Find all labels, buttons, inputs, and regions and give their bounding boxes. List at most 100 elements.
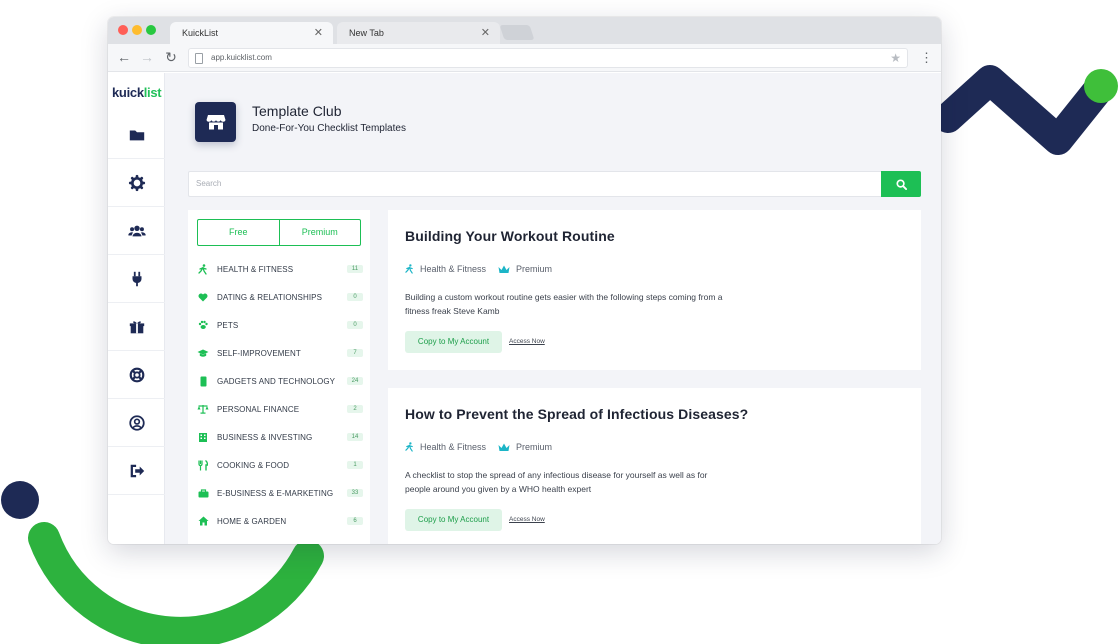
green-dot-right: [1084, 69, 1118, 103]
category-label: SELF-IMPROVEMENT: [217, 348, 301, 358]
copy-to-account-button[interactable]: Copy to My Account: [405, 331, 502, 353]
sidebar-item-support[interactable]: [108, 351, 165, 399]
green-arc-shape: [28, 522, 324, 644]
running-icon: [198, 263, 207, 275]
tab-label: New Tab: [349, 28, 384, 38]
forward-arrow-icon[interactable]: →: [139, 49, 155, 65]
sidebar-item-folders[interactable]: [108, 111, 165, 159]
browser-tab-kuicklist[interactable]: KuickList ✕: [170, 22, 333, 44]
access-now-link[interactable]: Access Now: [509, 338, 545, 345]
reload-icon[interactable]: ↻: [163, 49, 179, 65]
template-card: Building Your Workout Routine Health & F…: [388, 210, 921, 370]
template-meta: Health & Fitness Premium: [405, 264, 552, 274]
graduation-cap-icon: [197, 349, 209, 357]
address-bar[interactable]: app.kuicklist.com ★: [188, 48, 908, 68]
category-item[interactable]: BUSINESS & INVESTING 14: [197, 427, 363, 447]
logout-icon: [130, 464, 144, 477]
heart-icon: [198, 293, 208, 301]
search-button[interactable]: [881, 171, 921, 197]
store-icon: [206, 115, 225, 130]
category-item[interactable]: SELF-IMPROVEMENT 7: [197, 343, 363, 363]
template-title[interactable]: Building Your Workout Routine: [405, 228, 615, 244]
utensils-icon: [198, 459, 208, 470]
bookmark-star-icon[interactable]: ★: [890, 49, 901, 67]
template-card: How to Prevent the Spread of Infectious …: [388, 388, 921, 544]
copy-to-account-button[interactable]: Copy to My Account: [405, 509, 502, 531]
navy-zigzag-shape: [933, 65, 1113, 155]
folder-icon: [129, 130, 144, 140]
plug-icon: [132, 271, 141, 286]
mobile-icon: [200, 376, 206, 386]
category-label: GADGETS AND TECHNOLOGY: [217, 376, 336, 386]
category-count: 2: [347, 405, 363, 413]
category-item[interactable]: GADGETS AND TECHNOLOGY 24: [197, 371, 363, 391]
logo-text-accent: list: [143, 85, 162, 100]
browser-window: KuickList ✕ New Tab ✕ ← → ↻ app.kuicklis…: [108, 17, 941, 544]
crown-icon: [498, 443, 510, 451]
users-icon: [127, 225, 146, 236]
sidebar-item-logout[interactable]: [108, 447, 165, 495]
category-count: 6: [347, 517, 363, 525]
main-content: Template Club Done-For-You Checklist Tem…: [165, 73, 941, 544]
sidebar-item-profile[interactable]: [108, 399, 165, 447]
filter-premium-button[interactable]: Premium: [278, 220, 361, 245]
sidebar-item-integrations[interactable]: [108, 255, 165, 303]
category-label: COOKING & FOOD: [217, 460, 290, 470]
new-tab-button[interactable]: [499, 25, 535, 40]
category-item[interactable]: E-BUSINESS & E-MARKETING 33: [197, 483, 363, 503]
category-label: PETS: [217, 320, 239, 330]
category-item[interactable]: HOME & GARDEN 6: [197, 511, 363, 531]
category-label: PERSONAL FINANCE: [217, 404, 300, 414]
access-now-link[interactable]: Access Now: [509, 516, 545, 523]
running-icon: [405, 442, 413, 452]
back-arrow-icon[interactable]: ←: [116, 49, 132, 65]
close-tab-icon[interactable]: ✕: [314, 22, 323, 44]
browser-menu-icon[interactable]: ⋮: [920, 50, 933, 66]
minimize-window-dot[interactable]: [132, 25, 142, 35]
sidebar-item-settings[interactable]: [108, 159, 165, 207]
template-title[interactable]: How to Prevent the Spread of Infectious …: [405, 406, 748, 422]
gear-icon: [128, 174, 145, 191]
maximize-window-dot[interactable]: [146, 25, 156, 35]
user-circle-icon: [128, 414, 145, 431]
category-item[interactable]: PETS 0: [197, 315, 363, 335]
category-label: E-BUSINESS & E-MARKETING: [217, 488, 334, 498]
page-icon: [195, 53, 203, 64]
category-count: 1: [347, 461, 363, 469]
paw-icon: [198, 320, 208, 329]
category-count: 33: [347, 489, 363, 497]
category-count: 11: [347, 265, 363, 273]
template-tier: Premium: [516, 442, 553, 452]
template-club-badge: [195, 102, 236, 142]
category-count: 7: [347, 349, 363, 357]
kuicklist-logo[interactable]: kuicklist: [112, 83, 162, 103]
filter-free-button[interactable]: Free: [198, 220, 279, 245]
category-count: 24: [347, 377, 363, 385]
crown-icon: [498, 265, 510, 273]
category-item[interactable]: DATING & RELATIONSHIPS 0: [197, 287, 363, 307]
search-input[interactable]: Search: [188, 171, 882, 197]
scale-icon: [197, 405, 209, 414]
category-count: 0: [347, 293, 363, 301]
home-icon: [198, 516, 208, 526]
lifebuoy-icon: [129, 367, 144, 382]
app-area: kuicklist Template Club Done-For-You Che…: [108, 73, 941, 544]
category-label: DATING & RELATIONSHIPS: [217, 292, 323, 302]
category-item[interactable]: HEALTH & FITNESS 11: [197, 259, 363, 279]
browser-toolbar: ← → ↻ app.kuicklist.com ★ ⋮: [108, 44, 941, 72]
browser-tab-new[interactable]: New Tab ✕: [337, 22, 500, 44]
sidebar-item-rewards[interactable]: [108, 303, 165, 351]
close-tab-icon[interactable]: ✕: [481, 22, 490, 44]
gift-icon: [129, 320, 144, 333]
close-window-dot[interactable]: [118, 25, 128, 35]
category-item[interactable]: PERSONAL FINANCE 2: [197, 399, 363, 419]
template-category: Health & Fitness: [420, 264, 487, 274]
category-item[interactable]: COOKING & FOOD 1: [197, 455, 363, 475]
template-description: A checklist to stop the spread of any in…: [405, 470, 708, 494]
navy-dot-left: [1, 481, 39, 519]
sidebar: kuicklist: [108, 73, 165, 544]
running-icon: [405, 264, 413, 274]
logo-text-bold: kuick: [112, 85, 144, 100]
building-icon: [199, 433, 207, 442]
sidebar-item-team[interactable]: [108, 207, 165, 255]
